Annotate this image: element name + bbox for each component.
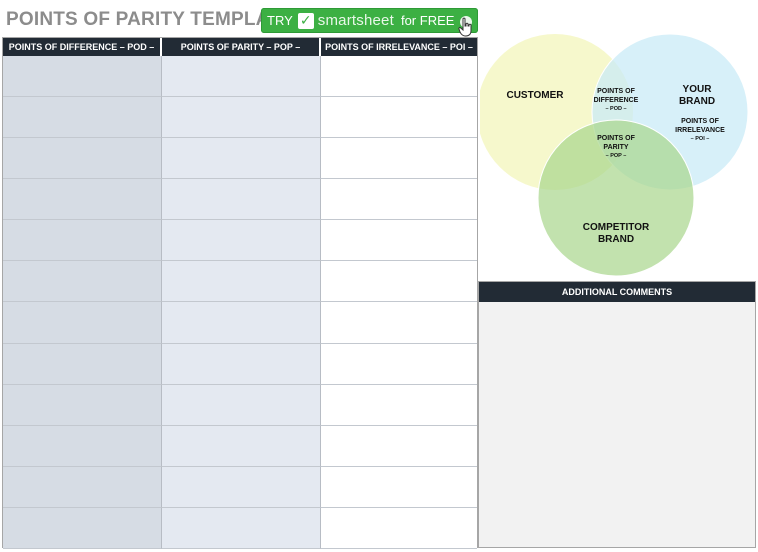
pod-cell[interactable]: [3, 466, 162, 508]
try-label: TRY: [267, 13, 293, 28]
pod-cell[interactable]: [3, 220, 162, 262]
table-row: [3, 261, 477, 303]
pod-cell[interactable]: [3, 97, 162, 139]
pop-cell[interactable]: [162, 220, 321, 262]
pop-cell[interactable]: [162, 343, 321, 385]
comments-header: ADDITIONAL COMMENTS: [479, 282, 755, 302]
poi-label-3: – POI –: [691, 136, 710, 142]
poi-cell[interactable]: [321, 384, 477, 426]
poi-cell[interactable]: [321, 302, 477, 344]
pop-cell[interactable]: [162, 56, 321, 98]
additional-comments-panel: ADDITIONAL COMMENTS: [478, 281, 756, 548]
poi-cell[interactable]: [321, 466, 477, 508]
poi-cell[interactable]: [321, 138, 477, 180]
pod-cell[interactable]: [3, 138, 162, 180]
poi-cell[interactable]: [321, 97, 477, 139]
table-body: [3, 56, 477, 549]
poi-cell[interactable]: [321, 507, 477, 549]
pod-cell[interactable]: [3, 507, 162, 549]
table-row: [3, 466, 477, 508]
header-pop: POINTS OF PARITY – POP –: [162, 38, 321, 56]
poi-cell[interactable]: [321, 179, 477, 221]
competitor-label-2: BRAND: [598, 234, 634, 245]
poi-label-2: IRRELEVANCE: [675, 127, 725, 134]
pop-cell[interactable]: [162, 384, 321, 426]
your-brand-label-2: BRAND: [679, 96, 715, 107]
customer-label: CUSTOMER: [506, 90, 564, 101]
table-row: [3, 425, 477, 467]
table-row: [3, 507, 477, 549]
pod-cell[interactable]: [3, 56, 162, 98]
smartsheet-logo-text: smartsheet: [317, 12, 394, 29]
header-poi: POINTS OF IRRELEVANCE – POI –: [321, 38, 477, 56]
table-row: [3, 302, 477, 344]
pop-cell[interactable]: [162, 507, 321, 549]
pod-label-1: POINTS OF: [597, 88, 635, 95]
pop-label-1: POINTS OF: [597, 135, 635, 142]
competitor-label-1: COMPETITOR: [583, 222, 650, 233]
pod-label-2: DIFFERENCE: [594, 97, 639, 104]
comments-textarea[interactable]: [479, 302, 755, 547]
table-row: [3, 97, 477, 139]
checkmark-icon: ✓: [297, 12, 314, 29]
table-row: [3, 56, 477, 98]
table-header-row: POINTS OF DIFFERENCE – POD – POINTS OF P…: [3, 38, 477, 56]
free-label: for FREE: [400, 13, 455, 28]
pod-cell[interactable]: [3, 384, 162, 426]
hand-cursor-icon: [458, 17, 472, 37]
pop-label-2: PARITY: [603, 144, 628, 151]
poi-cell[interactable]: [321, 220, 477, 262]
poi-cell[interactable]: [321, 343, 477, 385]
pop-cell[interactable]: [162, 138, 321, 180]
venn-diagram: CUSTOMER YOUR BRAND COMPETITOR BRAND POI…: [480, 33, 749, 277]
pod-cell[interactable]: [3, 302, 162, 344]
table-row: [3, 138, 477, 180]
your-brand-label-1: YOUR: [683, 84, 713, 95]
poi-label-1: POINTS OF: [681, 118, 719, 125]
table-row: [3, 179, 477, 221]
table-row: [3, 384, 477, 426]
pop-cell[interactable]: [162, 425, 321, 467]
poi-cell[interactable]: [321, 261, 477, 303]
table-row: [3, 343, 477, 385]
pop-label-3: – POP –: [606, 153, 627, 159]
page-title: POINTS OF PARITY TEMPLATE: [6, 9, 293, 30]
try-smartsheet-button[interactable]: TRY ✓ smartsheet for FREE: [261, 8, 478, 33]
poi-cell[interactable]: [321, 425, 477, 467]
pop-cell[interactable]: [162, 302, 321, 344]
poi-cell[interactable]: [321, 56, 477, 98]
pop-cell[interactable]: [162, 97, 321, 139]
pop-table: POINTS OF DIFFERENCE – POD – POINTS OF P…: [2, 37, 478, 549]
pod-cell[interactable]: [3, 261, 162, 303]
pod-label-3: – POD –: [605, 106, 626, 112]
pod-cell[interactable]: [3, 343, 162, 385]
pop-cell[interactable]: [162, 466, 321, 508]
table-row: [3, 220, 477, 262]
pop-cell[interactable]: [162, 179, 321, 221]
pod-cell[interactable]: [3, 425, 162, 467]
header-pod: POINTS OF DIFFERENCE – POD –: [3, 38, 162, 56]
pop-cell[interactable]: [162, 261, 321, 303]
pod-cell[interactable]: [3, 179, 162, 221]
